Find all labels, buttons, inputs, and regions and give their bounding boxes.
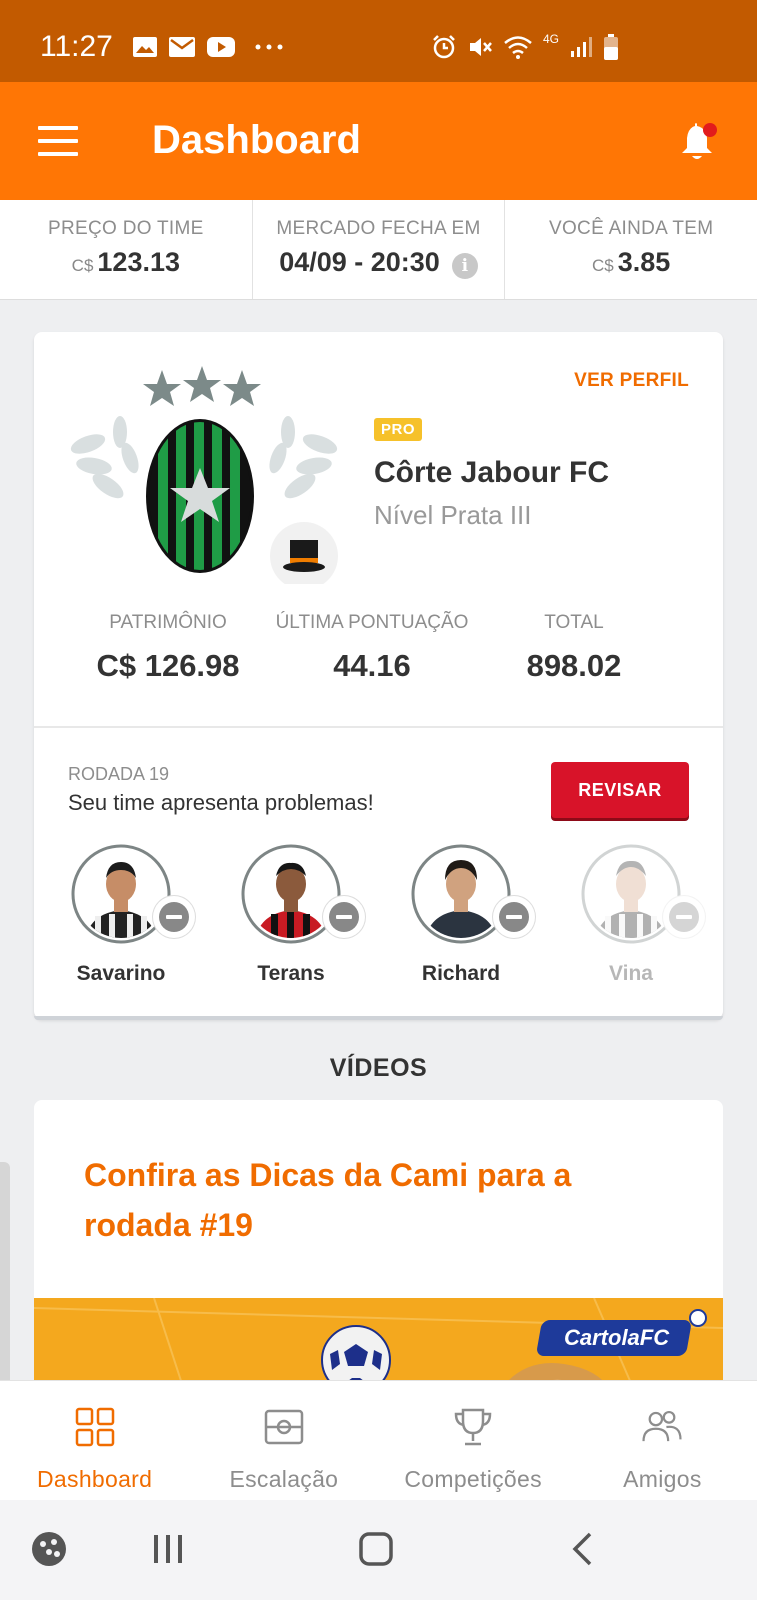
team-stats: PATRIMÔNIO C$ 126.98 ÚLTIMA PONTUAÇÃO 44… — [34, 612, 723, 684]
back-icon[interactable] — [570, 1531, 596, 1567]
nav-amigos[interactable]: Amigos — [568, 1381, 757, 1500]
stat-value: 44.16 — [333, 648, 411, 683]
mute-icon — [469, 38, 492, 56]
card-divider — [34, 726, 723, 728]
team-name: Côrte Jabour FC — [374, 456, 610, 489]
stars-icon — [143, 366, 261, 406]
signal-icon — [571, 37, 592, 57]
battery-icon — [604, 34, 618, 60]
video-title[interactable]: Confira as Dicas da Cami para a rodada #… — [84, 1150, 664, 1250]
hamburger-menu-icon[interactable] — [38, 124, 80, 158]
nav-dashboard[interactable]: Dashboard — [0, 1381, 189, 1500]
currency-symbol: C$ — [592, 256, 614, 275]
player-name: Richard — [421, 962, 501, 985]
market-info-bar: PREÇO DO TIME C$ 123.13 MERCADO FECHA EM … — [0, 200, 757, 300]
stat-value: 898.02 — [526, 648, 622, 683]
currency-symbol: C$ — [71, 256, 94, 275]
round-warning-message: Seu time apresenta problemas! — [68, 790, 374, 815]
nav-escalacao[interactable]: Escalação — [189, 1381, 378, 1500]
field-icon — [264, 1409, 304, 1445]
view-profile-link[interactable]: VER PERFIL — [574, 370, 689, 392]
recents-icon[interactable] — [150, 1531, 186, 1567]
card-shadow — [34, 1016, 723, 1020]
video-thumbnail-art: CartolaFC — [34, 1298, 723, 1390]
nav-label: Dashboard — [37, 1466, 153, 1492]
more-icon — [255, 44, 283, 50]
video-thumbnail[interactable]: CartolaFC — [34, 1298, 723, 1390]
market-close-value: 04/09 - 20:30 — [279, 247, 440, 277]
youtube-icon — [207, 37, 235, 57]
app-bar: Dashboard — [0, 82, 757, 200]
team-level: Nível Prata III — [374, 500, 532, 530]
team-price-value: 123.13 — [97, 247, 180, 277]
player-name: Vina — [609, 962, 653, 985]
stat-total: TOTAL 898.02 — [442, 612, 706, 684]
home-icon[interactable] — [358, 1531, 394, 1567]
stat-value: C$ 126.98 — [96, 648, 240, 683]
video-card[interactable]: Confira as Dicas da Cami para a rodada #… — [34, 1100, 723, 1390]
alarm-icon — [433, 35, 455, 59]
player-item[interactable]: Savarino — [46, 844, 196, 986]
balance-label: VOCÊ AINDA TEM — [549, 218, 714, 239]
page-title: Dashboard — [152, 118, 361, 162]
remove-icon[interactable] — [663, 896, 705, 938]
info-icon[interactable]: i — [451, 253, 478, 279]
network-type-label: 4G — [542, 32, 559, 46]
stat-label: TOTAL — [544, 612, 604, 633]
notification-bell-icon[interactable] — [675, 120, 719, 164]
team-price-label: PREÇO DO TIME — [48, 218, 204, 239]
wifi-icon — [504, 36, 532, 59]
stat-ultima-pontuacao: ÚLTIMA PONTUAÇÃO 44.16 — [276, 612, 469, 684]
balance-value: 3.85 — [617, 247, 671, 277]
player-name: Terans — [257, 962, 325, 985]
nav-label: Escalação — [229, 1466, 339, 1492]
status-time: 11:27 — [40, 30, 113, 63]
gallery-icon — [133, 37, 157, 57]
status-bar: 11:27 4G — [0, 0, 757, 82]
remove-icon[interactable] — [153, 896, 195, 938]
team-crest — [70, 366, 338, 584]
mail-icon — [169, 37, 195, 57]
dashboard-grid-icon — [75, 1407, 114, 1447]
player-item[interactable]: Terans — [216, 844, 366, 986]
trophy-icon — [454, 1408, 492, 1446]
game-launcher-icon[interactable] — [30, 1530, 68, 1568]
friends-icon — [642, 1410, 682, 1442]
market-close-label: MERCADO FECHA EM — [276, 218, 481, 239]
pro-badge: PRO — [374, 418, 423, 441]
player-item[interactable]: Richard — [386, 844, 536, 986]
remove-icon[interactable] — [323, 896, 365, 938]
nav-competicoes[interactable]: Competições — [379, 1381, 568, 1500]
player-item[interactable]: Vina — [556, 844, 706, 986]
review-button[interactable]: REVISAR — [551, 762, 689, 818]
market-close-panel: MERCADO FECHA EM 04/09 - 20:30 i — [251, 200, 505, 299]
player-name: Savarino — [76, 962, 166, 985]
system-navigation-bar — [0, 1500, 757, 1600]
remove-icon[interactable] — [493, 896, 535, 938]
bottom-navigation: Dashboard Escalação Competições Amigos — [0, 1380, 757, 1500]
nav-label: Amigos — [623, 1466, 702, 1492]
videos-section-title: VÍDEOS — [329, 1054, 428, 1082]
team-card: VER PERFIL PRO Côrte Jabour FC Nível Pra… — [34, 332, 723, 1019]
problem-players-list: Savarino Terans Richard Vina — [34, 844, 723, 994]
round-label: RODADA 19 — [68, 764, 170, 784]
balance-panel: VOCÊ AINDA TEM C$ 3.85 — [504, 200, 757, 299]
team-price-panel: PREÇO DO TIME C$ 123.13 — [0, 200, 252, 299]
svg-text:CartolaFC: CartolaFC — [564, 1325, 670, 1350]
nav-label: Competições — [404, 1466, 542, 1492]
